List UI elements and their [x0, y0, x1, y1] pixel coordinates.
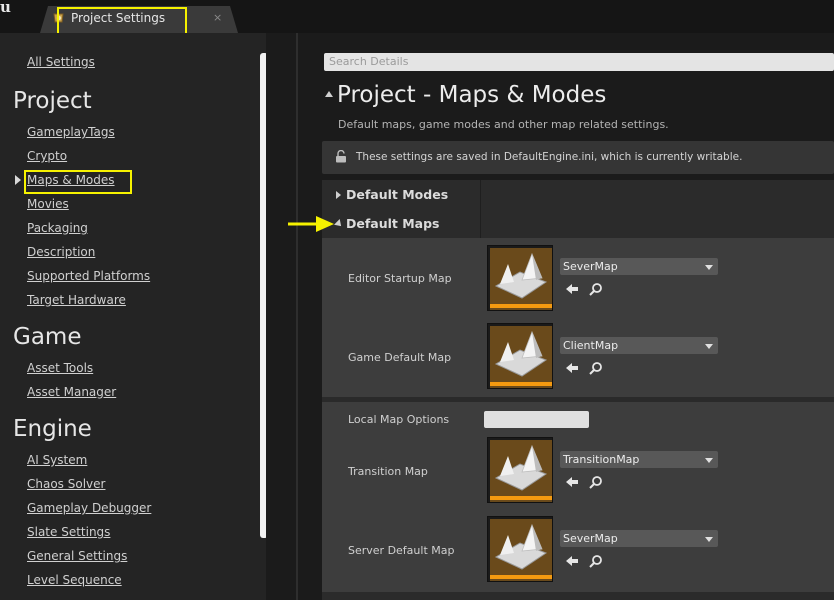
- nav-item-crypto[interactable]: Crypto: [27, 149, 67, 163]
- nav-item-packaging[interactable]: Packaging: [27, 221, 88, 235]
- nav-item-movies[interactable]: Movies: [27, 197, 69, 211]
- use-selected-arrow-icon[interactable]: [565, 361, 579, 375]
- section-header-project: Project: [13, 88, 92, 114]
- dropdown-arrow-icon: [705, 344, 713, 349]
- property-label-editor-startup-map: Editor Startup Map: [348, 272, 452, 285]
- category-label-default-maps: Default Maps: [346, 216, 440, 231]
- nav-item-asset-tools[interactable]: Asset Tools: [27, 361, 93, 375]
- nav-item-chaos-solver[interactable]: Chaos Solver: [27, 477, 105, 491]
- tab-close-button[interactable]: ×: [213, 11, 222, 24]
- section-header-game: Game: [13, 324, 82, 350]
- nav-all-settings[interactable]: All Settings: [27, 55, 95, 69]
- nav-item-asset-manager[interactable]: Asset Manager: [27, 385, 116, 399]
- browse-search-icon[interactable]: [589, 554, 603, 568]
- combo-value: SeverMap: [563, 260, 618, 273]
- expand-arrow-icon[interactable]: [336, 191, 341, 199]
- map-icon: [494, 444, 548, 491]
- page-description: Default maps, game modes and other map r…: [338, 118, 669, 131]
- config-notice-text: These settings are saved in DefaultEngin…: [356, 151, 743, 163]
- dropdown-arrow-icon: [705, 537, 713, 542]
- use-selected-arrow-icon[interactable]: [565, 282, 579, 296]
- combo-value: SeverMap: [563, 532, 618, 545]
- dropdown-arrow-icon: [705, 265, 713, 270]
- annotation-highlight-maps-modes: [24, 170, 132, 194]
- nav-item-supported-platforms[interactable]: Supported Platforms: [27, 269, 150, 283]
- browse-search-icon[interactable]: [589, 361, 603, 375]
- property-label-transition-map: Transition Map: [348, 465, 428, 478]
- nav-item-gameplaytags[interactable]: GameplayTags: [27, 125, 115, 139]
- browse-search-icon[interactable]: [589, 282, 603, 296]
- collapse-page-icon[interactable]: [325, 91, 333, 97]
- combo-value: ClientMap: [563, 339, 619, 352]
- map-icon: [494, 330, 548, 377]
- map-asset-thumbnail[interactable]: [487, 245, 553, 311]
- browse-search-icon[interactable]: [589, 475, 603, 489]
- unlocked-icon: [336, 150, 346, 163]
- property-label-game-default-map: Game Default Map: [348, 351, 452, 364]
- selected-indicator-icon: [15, 175, 21, 185]
- map-icon: [494, 523, 548, 570]
- panel-splitter[interactable]: [266, 33, 296, 600]
- dropdown-arrow-icon: [705, 458, 713, 463]
- nav-item-level-sequence[interactable]: Level Sequence: [27, 573, 122, 587]
- category-label-default-modes: Default Modes: [346, 187, 449, 202]
- nav-item-gameplay-debugger[interactable]: Gameplay Debugger: [27, 501, 151, 515]
- nav-item-general-settings[interactable]: General Settings: [27, 549, 127, 563]
- next-category-row: [322, 592, 834, 600]
- map-icon: [494, 252, 548, 299]
- unreal-logo-icon: u: [0, 0, 11, 16]
- local-map-options-input[interactable]: [484, 411, 589, 428]
- section-header-engine: Engine: [13, 416, 92, 442]
- map-asset-thumbnail[interactable]: [487, 516, 553, 582]
- use-selected-arrow-icon[interactable]: [565, 475, 579, 489]
- column-divider: [480, 180, 481, 238]
- page-title: Project - Maps & Modes: [337, 82, 607, 108]
- combo-value: TransitionMap: [563, 453, 640, 466]
- map-asset-thumbnail[interactable]: [487, 437, 553, 503]
- nav-item-description[interactable]: Description: [27, 245, 95, 259]
- nav-item-slate-settings[interactable]: Slate Settings: [27, 525, 110, 539]
- nav-item-target-hardware[interactable]: Target Hardware: [27, 293, 126, 307]
- map-asset-thumbnail[interactable]: [487, 323, 553, 389]
- annotation-arrow-icon: [288, 216, 334, 232]
- search-placeholder: Search Details: [329, 55, 409, 68]
- nav-item-ai-system[interactable]: AI System: [27, 453, 87, 467]
- property-label-local-map-options: Local Map Options: [348, 413, 450, 426]
- use-selected-arrow-icon[interactable]: [565, 554, 579, 568]
- property-label-server-default-map: Server Default Map: [348, 544, 455, 557]
